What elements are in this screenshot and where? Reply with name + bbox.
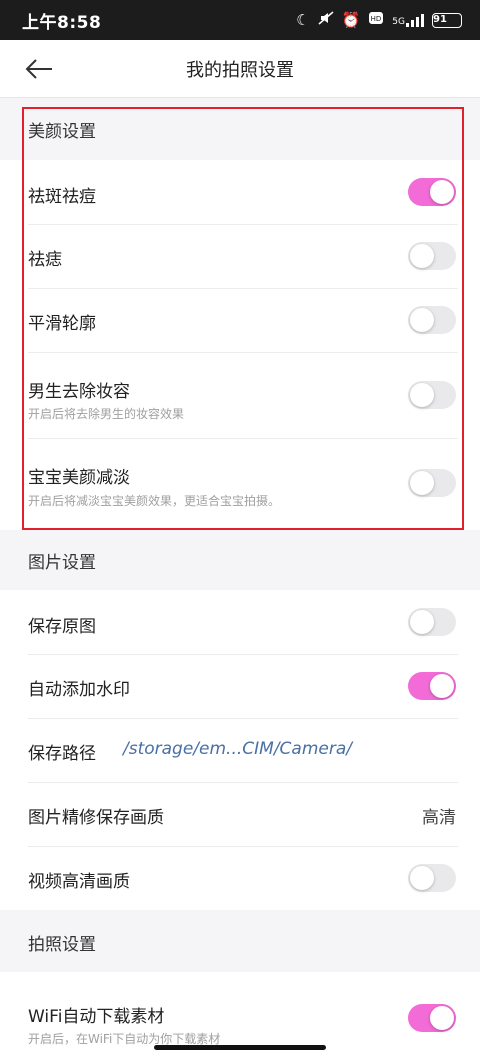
toggle-knob [410,308,434,332]
setting-sublabel: 开启后将去除男生的妆容效果 [28,407,185,421]
setting-label: 自动添加水印 [28,680,130,700]
setting-label: 视频高清画质 [28,872,130,892]
setting-label: 祛痣 [28,250,62,270]
setting-row-male-makeup: 男生去除妆容 开启后将去除男生的妆容效果 [0,353,480,438]
setting-sublabel: 开启后将减淡宝宝美颜效果，更适合宝宝拍摄。 [28,494,281,508]
status-icons: ☾ ⏰ HD 5G 91 [296,10,462,30]
setting-row-video-hd: 视频高清画质 [0,847,480,910]
section-title-photo: 图片设置 [28,553,96,573]
toggle-male-makeup[interactable] [408,381,456,409]
battery-icon: 91 [432,12,462,28]
network-type: 5G [392,16,405,27]
title-bar: 我的拍照设置 [0,40,480,98]
save-path-value[interactable]: /storage/em...CIM/Camera/ [123,739,352,759]
arrow-left-icon [25,59,52,79]
section-title-beauty: 美颜设置 [28,122,96,142]
setting-label: WiFi自动下载素材 [28,1007,165,1027]
svg-text:HD: HD [371,15,382,23]
toggle-spots[interactable] [408,178,456,206]
signal-icon: 5G [392,13,424,27]
section-header-beauty: 美颜设置 [0,98,480,160]
toggle-contour[interactable] [408,306,456,334]
toggle-knob [430,180,454,204]
toggle-knob [410,610,434,634]
alarm-icon: ⏰ [341,11,361,29]
setting-row-wifi-download: WiFi自动下载素材 开启后，在WiFi下自动为你下载素材 [0,972,480,1055]
toggle-moles[interactable] [408,242,456,270]
status-time: 上午8:58 [22,12,102,33]
setting-label: 宝宝美颜减淡 [28,468,130,488]
setting-label: 图片精修保存画质 [28,808,164,828]
toggle-video-hd[interactable] [408,864,456,892]
toggle-knob [410,471,434,495]
setting-label: 平滑轮廓 [28,314,96,334]
toggle-knob [410,244,434,268]
toggle-knob [430,1006,454,1030]
setting-label: 保存路径 [28,744,96,764]
retouch-quality-value[interactable]: 高清 [422,803,456,828]
setting-row-watermark: 自动添加水印 [0,655,480,718]
toggle-watermark[interactable] [408,672,456,700]
page-title: 我的拍照设置 [186,60,294,81]
moon-icon: ☾ [296,11,310,29]
setting-label: 保存原图 [28,617,96,637]
setting-row-baby-beauty: 宝宝美颜减淡 开启后将减淡宝宝美颜效果，更适合宝宝拍摄。 [0,439,480,527]
toggle-wifi-download[interactable] [408,1004,456,1032]
setting-label: 男生去除妆容 [28,382,130,402]
back-button[interactable] [22,52,56,86]
setting-row-save-path[interactable]: 保存路径 /storage/em...CIM/Camera/ [0,719,480,782]
toggle-knob [430,674,454,698]
section-title-camera: 拍照设置 [28,935,96,955]
toggle-baby-beauty[interactable] [408,469,456,497]
mute-icon [318,10,334,30]
section-header-camera: 拍照设置 [0,910,480,972]
section-header-photo: 图片设置 [0,530,480,590]
toggle-save-original[interactable] [408,608,456,636]
setting-row-moles: 祛痣 [0,225,480,288]
home-indicator[interactable] [154,1045,326,1050]
setting-row-retouch-quality[interactable]: 图片精修保存画质 高清 [0,783,480,846]
setting-row-save-original: 保存原图 [0,590,480,654]
setting-label: 祛斑祛痘 [28,187,96,207]
status-bar: 上午8:58 ☾ ⏰ HD 5G 91 [0,0,480,40]
setting-row-spots: 祛斑祛痘 [0,160,480,224]
hd-icon: HD [368,11,384,29]
toggle-knob [410,866,434,890]
toggle-knob [410,383,434,407]
setting-row-contour: 平滑轮廓 [0,289,480,352]
